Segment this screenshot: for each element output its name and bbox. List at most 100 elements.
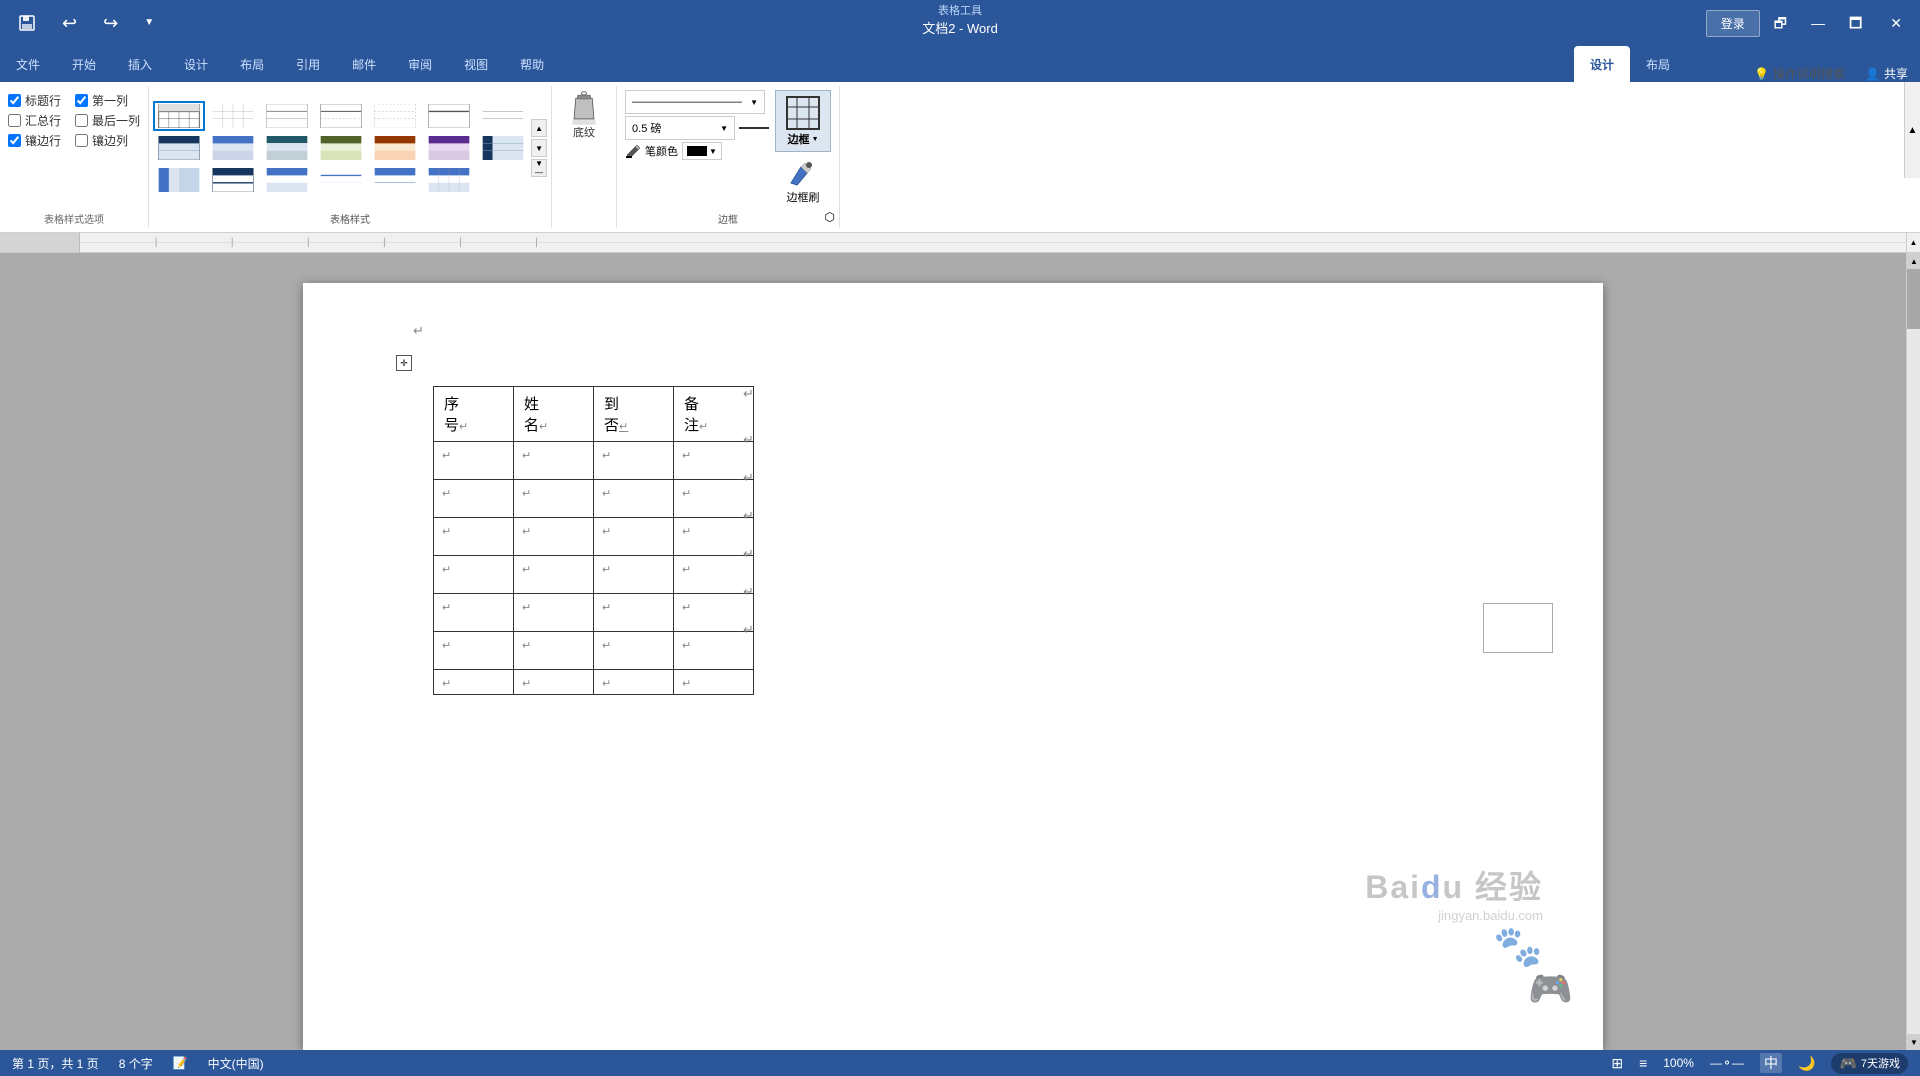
view-mode-btn-2[interactable]: ≡ [1639,1055,1647,1071]
cell-4-1[interactable]: ↵ [434,556,514,594]
proofing-icon[interactable]: 📝 [173,1056,188,1070]
cell-2-1[interactable]: ↵ [434,480,514,518]
game-status-btn[interactable]: 🎮 7天游戏 [1831,1053,1908,1074]
ribbon-collapse-button[interactable]: ▲ [1904,82,1920,178]
zoom-slider[interactable]: —⚬— [1710,1056,1744,1070]
table-style-20[interactable] [423,165,475,195]
cell-2-3[interactable]: ↵ [594,480,674,518]
cell-3-2[interactable]: ↵ [514,518,594,556]
minimize-button[interactable]: — [1801,12,1835,34]
cell-5-2[interactable]: ↵ [514,594,594,632]
last-col-checkbox[interactable] [75,114,88,127]
banded-cols-checkbox[interactable] [75,134,88,147]
tab-insert[interactable]: 插入 [112,46,168,82]
border-button[interactable]: 边框 ▼ [775,90,831,152]
cell-1-3[interactable]: ↵ [594,442,674,480]
cell-6-2[interactable]: ↵ [514,632,594,670]
pen-color-select[interactable]: ▼ [682,142,722,160]
styles-scroll-up[interactable]: ▲ [531,119,547,137]
scroll-thumb[interactable] [1907,269,1920,329]
save-button[interactable] [8,10,46,36]
doc-canvas[interactable]: ✛ ↵ 序号↵ 姓名↵ [0,253,1906,1050]
cell-4-4[interactable]: ↵ [674,556,754,594]
login-button[interactable]: 登录 [1706,10,1760,37]
tab-layout-main[interactable]: 布局 [224,46,280,82]
tab-design[interactable]: 设计 [168,46,224,82]
tab-table-design[interactable]: 设计 [1574,46,1630,82]
tab-mailings[interactable]: 邮件 [336,46,392,82]
ruler-toggle-button[interactable]: ▲ [1906,233,1920,253]
tab-references[interactable]: 引用 [280,46,336,82]
header-cell-1[interactable]: 序号↵ [434,387,514,442]
table-style-8[interactable] [153,133,205,163]
table-style-5[interactable] [369,101,421,131]
cell-1-2[interactable]: ↵ [514,442,594,480]
header-cell-4[interactable]: 备注↵ [674,387,754,442]
cell-1-4[interactable]: ↵ [674,442,754,480]
cell-7-1[interactable]: ↵ [434,670,514,695]
header-cell-3[interactable]: 到否↵ [594,387,674,442]
tab-file[interactable]: 文件 [0,46,56,82]
help-search-area[interactable]: 💡 操作说明搜索 [1746,65,1853,82]
first-col-checkbox[interactable] [75,94,88,107]
tab-review[interactable]: 审阅 [392,46,448,82]
table-move-handle[interactable]: ✛ [396,355,412,371]
cell-2-2[interactable]: ↵ [514,480,594,518]
table-style-4[interactable] [315,101,367,131]
table-style-3[interactable] [261,101,313,131]
tab-help[interactable]: 帮助 [504,46,560,82]
tab-home[interactable]: 开始 [56,46,112,82]
last-col-checkbox-label[interactable]: 最后一列 [75,112,140,129]
border-style-select[interactable]: —————————— ▼ [625,90,765,114]
shading-button[interactable]: 底纹 [564,90,604,140]
cell-5-1[interactable]: ↵ [434,594,514,632]
right-scrollbar[interactable]: ▲ ▼ [1906,253,1920,1050]
cell-7-2[interactable]: ↵ [514,670,594,695]
quick-access-dropdown[interactable]: ▼ [134,14,164,32]
banded-rows-checkbox-label[interactable]: 镶边行 [8,132,61,149]
styles-scroll-down[interactable]: ▼ [531,139,547,157]
border-width-select[interactable]: 0.5 磅 ▼ [625,116,735,140]
view-mode-btn-1[interactable]: ⊞ [1611,1055,1623,1072]
table-style-7[interactable] [477,101,529,131]
table-style-1[interactable] [153,101,205,131]
table-style-10[interactable] [261,133,313,163]
styles-expand[interactable]: ▼— [531,159,547,177]
cell-6-1[interactable]: ↵ [434,632,514,670]
cell-4-3[interactable]: ↵ [594,556,674,594]
share-button[interactable]: 👤 共享 [1853,65,1920,82]
scroll-up-button[interactable]: ▲ [1907,253,1920,269]
table-style-15[interactable] [153,165,205,195]
header-row-checkbox[interactable] [8,94,21,107]
border-painter-button[interactable]: 边框刷 [775,156,831,206]
close-button[interactable]: ✕ [1876,12,1916,34]
cell-6-3[interactable]: ↵ [594,632,674,670]
undo-button[interactable]: ↩ [52,10,87,36]
scroll-track[interactable] [1907,269,1920,1034]
cell-5-4[interactable]: ↵ [674,594,754,632]
cell-5-3[interactable]: ↵ [594,594,674,632]
table-style-6[interactable] [423,101,475,131]
cell-2-4[interactable]: ↵ [674,480,754,518]
cell-7-3[interactable]: ↵ [594,670,674,695]
banded-rows-checkbox[interactable] [8,134,21,147]
cell-7-4[interactable]: ↵ [674,670,754,695]
tab-view[interactable]: 视图 [448,46,504,82]
restore-window-button[interactable]: 🗗 [1764,12,1797,34]
table-style-14[interactable] [477,133,529,163]
border-group-expand[interactable]: ⬡ [825,210,835,224]
first-col-checkbox-label[interactable]: 第一列 [75,92,128,109]
maximize-button[interactable]: 🗖 [1839,12,1872,34]
table-style-18[interactable] [315,165,367,195]
redo-button[interactable]: ↪ [93,10,128,36]
cell-6-4[interactable]: ↵ [674,632,754,670]
cell-3-1[interactable]: ↵ [434,518,514,556]
table-style-12[interactable] [369,133,421,163]
table-style-2[interactable] [207,101,259,131]
tab-table-layout[interactable]: 布局 [1630,46,1686,82]
input-mode-btn[interactable]: 中 [1760,1053,1782,1073]
total-row-checkbox[interactable] [8,114,21,127]
cell-4-2[interactable]: ↵ [514,556,594,594]
header-cell-2[interactable]: 姓名↵ [514,387,594,442]
table-style-11[interactable] [315,133,367,163]
